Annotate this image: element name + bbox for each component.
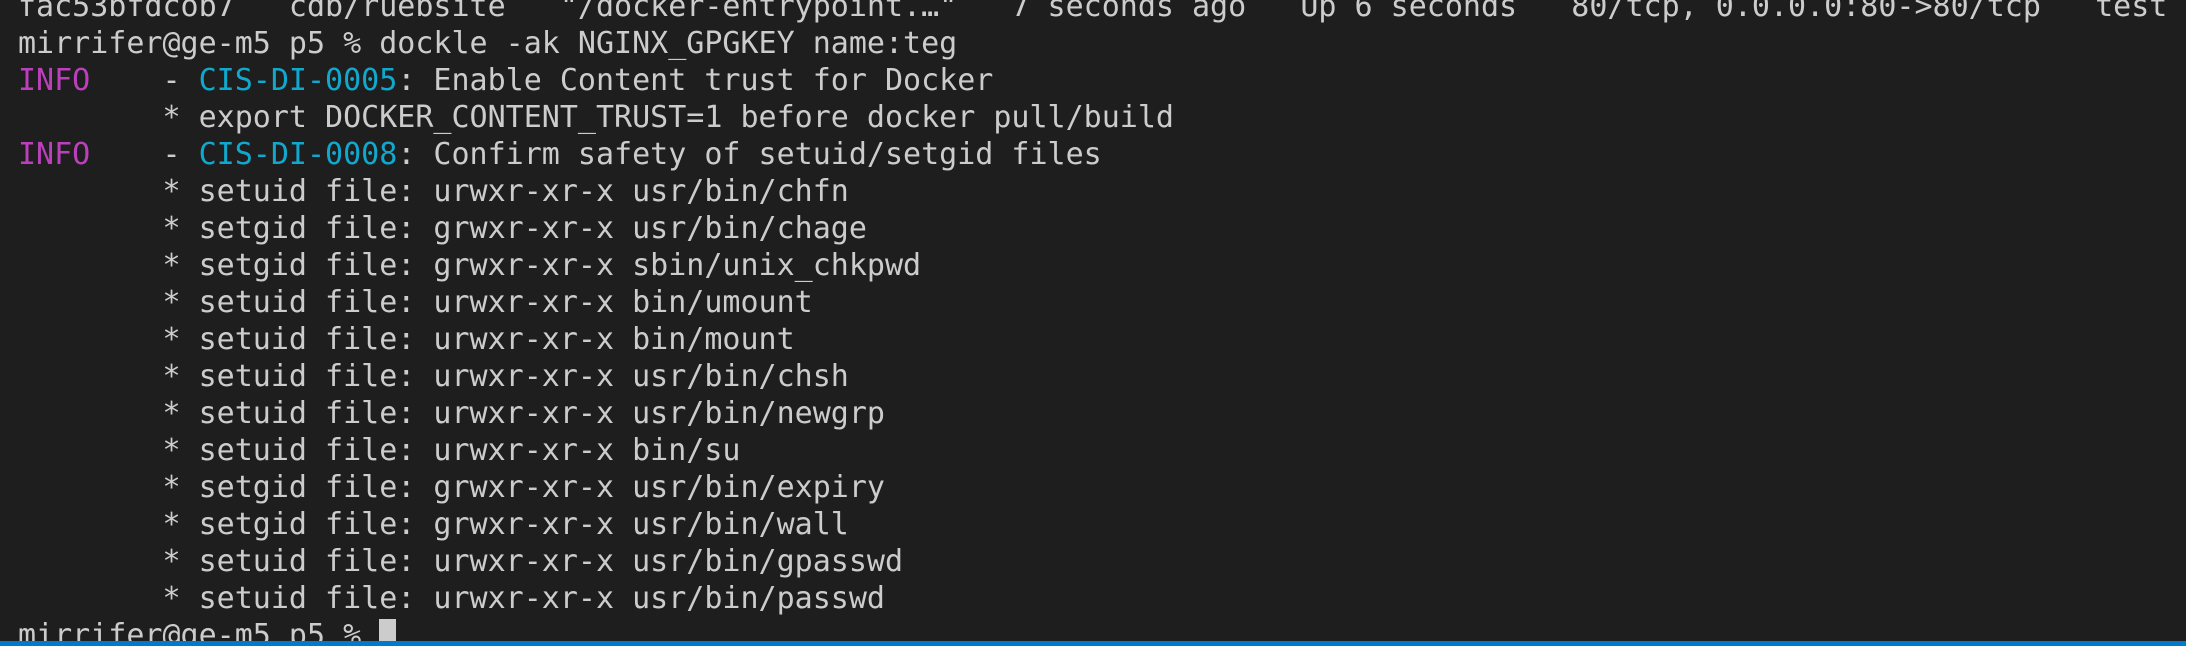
finding-detail: * setgid file: grwxr-xr-x usr/bin/chage — [18, 210, 2167, 247]
finding-detail: * setgid file: grwxr-xr-x sbin/unix_chkp… — [18, 247, 2167, 284]
detail-text: setgid file: grwxr-xr-x sbin/unix_chkpwd — [198, 248, 922, 283]
detail-bullet: * — [18, 359, 199, 394]
detail-text: setgid file: grwxr-xr-x usr/bin/wall — [198, 507, 849, 542]
finding-dash: - — [90, 137, 199, 172]
shell-prompt: mirrifer@ge-m5 p5 % — [18, 26, 380, 61]
finding-detail: * setuid file: urwxr-xr-x usr/bin/newgrp — [18, 395, 2167, 432]
finding-detail: * setgid file: grwxr-xr-x usr/bin/expiry — [18, 469, 2167, 506]
command-text: dockle -ak NGINX_GPGKEY name:teg — [379, 26, 958, 61]
detail-bullet: * — [18, 100, 199, 135]
detail-text: setuid file: urwxr-xr-x bin/su — [198, 433, 741, 468]
clipped-output-line: fac53bfdcob7 cdb/ruebsite "/docker-entry… — [18, 0, 2168, 24]
finding-detail: * setuid file: urwxr-xr-x usr/bin/gpassw… — [18, 543, 2167, 580]
detail-bullet: * — [18, 581, 199, 616]
finding-detail: * setuid file: urwxr-xr-x bin/su — [18, 432, 2167, 469]
status-bar — [0, 641, 2186, 646]
terminal-window[interactable]: fac53bfdcob7 cdb/ruebsite "/docker-entry… — [0, 0, 2186, 646]
detail-text: setuid file: urwxr-xr-x usr/bin/gpasswd — [198, 544, 904, 579]
finding-detail: * setuid file: urwxr-xr-x bin/mount — [18, 321, 2167, 358]
detail-text: setuid file: urwxr-xr-x usr/bin/chfn — [198, 174, 849, 209]
detail-bullet: * — [18, 544, 199, 579]
findings-list: INFO - CIS-DI-0005: Enable Content trust… — [18, 62, 2167, 617]
detail-bullet: * — [18, 507, 199, 542]
finding-level: INFO — [18, 137, 91, 172]
finding-level: INFO — [18, 63, 91, 98]
detail-bullet: * — [18, 396, 199, 431]
detail-bullet: * — [18, 248, 199, 283]
finding-detail: * setuid file: urwxr-xr-x bin/umount — [18, 284, 2167, 321]
detail-bullet: * — [18, 470, 199, 505]
finding-header: INFO - CIS-DI-0008: Confirm safety of se… — [18, 136, 2167, 173]
finding-detail: * setuid file: urwxr-xr-x usr/bin/chfn — [18, 173, 2167, 210]
finding-header: INFO - CIS-DI-0005: Enable Content trust… — [18, 62, 2167, 99]
detail-text: setuid file: urwxr-xr-x usr/bin/chsh — [198, 359, 849, 394]
detail-text: setgid file: grwxr-xr-x usr/bin/chage — [198, 211, 867, 246]
finding-detail: * setuid file: urwxr-xr-x usr/bin/chsh — [18, 358, 2167, 395]
finding-title: : Enable Content trust for Docker — [397, 63, 994, 98]
detail-text: setuid file: urwxr-xr-x usr/bin/passwd — [198, 581, 885, 616]
detail-text: setgid file: grwxr-xr-x usr/bin/expiry — [198, 470, 885, 505]
detail-text: export DOCKER_CONTENT_TRUST=1 before doc… — [198, 100, 1174, 135]
terminal-output: fac53bfdcob7 cdb/ruebsite "/docker-entry… — [18, 0, 2167, 646]
finding-code: CIS-DI-0008 — [198, 137, 398, 172]
detail-bullet: * — [18, 174, 199, 209]
detail-bullet: * — [18, 322, 199, 357]
detail-bullet: * — [18, 285, 199, 320]
finding-detail: * setuid file: urwxr-xr-x usr/bin/passwd — [18, 580, 2167, 617]
finding-code: CIS-DI-0005 — [198, 63, 398, 98]
finding-dash: - — [90, 63, 199, 98]
detail-bullet: * — [18, 211, 199, 246]
detail-text: setuid file: urwxr-xr-x usr/bin/newgrp — [198, 396, 885, 431]
detail-text: setuid file: urwxr-xr-x bin/umount — [198, 285, 813, 320]
detail-text: setuid file: urwxr-xr-x bin/mount — [198, 322, 795, 357]
command-line: mirrifer@ge-m5 p5 % dockle -ak NGINX_GPG… — [18, 25, 2167, 62]
finding-detail: * setgid file: grwxr-xr-x usr/bin/wall — [18, 506, 2167, 543]
detail-bullet: * — [18, 433, 199, 468]
finding-title: : Confirm safety of setuid/setgid files — [397, 137, 1102, 172]
finding-detail: * export DOCKER_CONTENT_TRUST=1 before d… — [18, 99, 2167, 136]
